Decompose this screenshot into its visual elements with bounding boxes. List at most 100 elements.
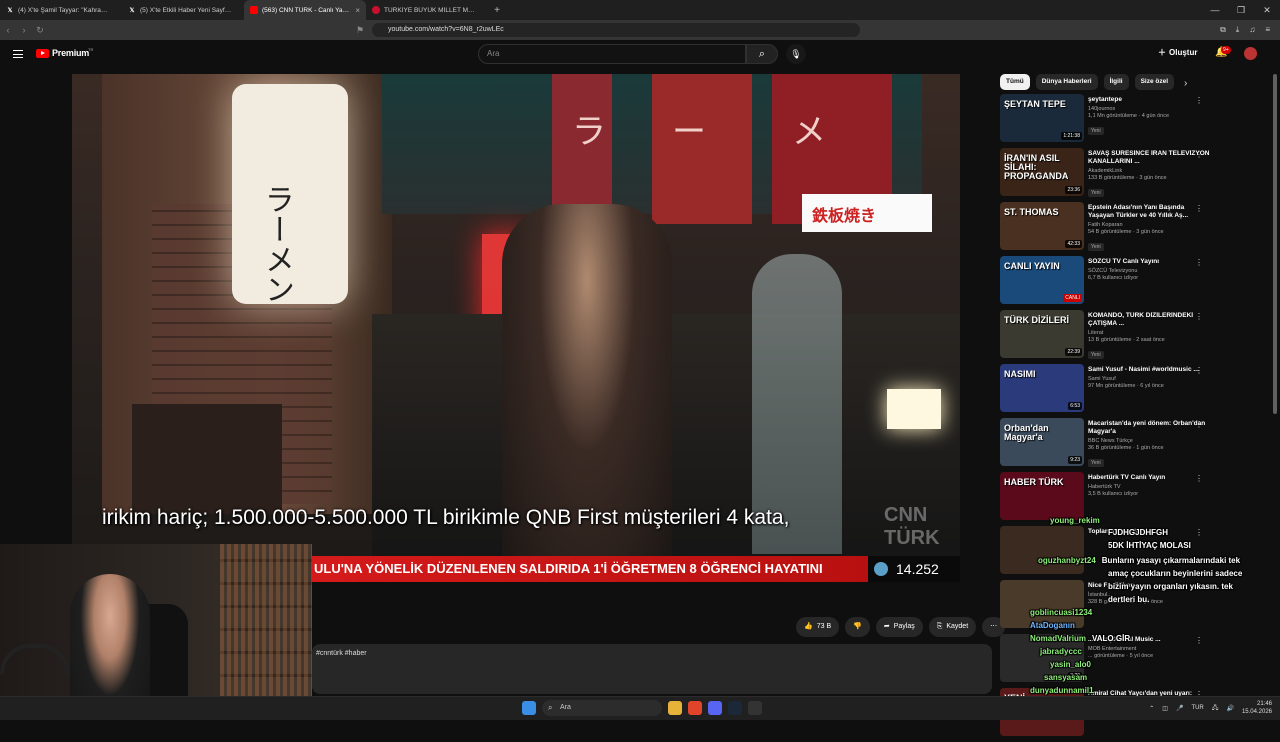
filter-chip[interactable]: İlgili (1103, 74, 1129, 90)
obs-icon[interactable] (748, 701, 762, 715)
chevron-right-icon[interactable]: › (1184, 78, 1187, 89)
save-button[interactable]: ⎘ Kaydet (928, 617, 977, 637)
chat-text: Bunların yasayı çıkarmalarındaki tek (1101, 556, 1241, 565)
x-icon: 𝕏 (129, 7, 135, 14)
minimize-icon[interactable]: — (1202, 0, 1228, 20)
video-thumbnail[interactable]: CANLI YAYIN CANLI (1000, 256, 1084, 304)
video-thumbnail[interactable]: İRAN'IN ASIL SİLAHI: PROPAGANDA 23:36 (1000, 148, 1084, 196)
related-video-item[interactable]: CANLI YAYIN CANLI SÖZCÜ TV Canlı Yayını SÖZ… (1000, 256, 1210, 310)
related-video-item[interactable]: HABER TÜRK Habertürk TV Canlı Yayın Habert… (1000, 472, 1210, 526)
related-video-item[interactable]: NASIMI 6:53 Sami Yusuf - Nasimi #worldmusi… (1000, 364, 1210, 418)
video-thumbnail[interactable]: NASIMI 6:53 (1000, 364, 1084, 412)
hamburger-menu-icon[interactable] (13, 50, 23, 58)
new-badge: Yeni (1088, 351, 1104, 359)
video-title[interactable]: SAVAŞ SÜRESİNCE İRAN TELEVİZYON KANALLAR… (1088, 150, 1210, 166)
clock[interactable]: 21:46 15.04.2026 (1242, 700, 1272, 716)
youtube-logo[interactable]: Premium TR (36, 47, 93, 58)
video-light (887, 389, 941, 429)
more-options-icon[interactable]: ⋮ (1195, 366, 1203, 375)
video-title[interactable]: Macaristan'da yeni dönem: Orban'dan Magy… (1088, 420, 1210, 436)
browser-tab[interactable]: 𝕏 (5) X'te Etkili Haber Yeni Sayfa: "Nev.… (122, 0, 244, 20)
more-options-icon[interactable]: ⋮ (1195, 636, 1203, 645)
browser-tab[interactable]: 𝕏 (4) X'te Şamil Tayyar: "Kahramanma... (0, 0, 122, 20)
page-scrollbar[interactable] (1273, 74, 1277, 414)
more-options-icon[interactable]: ⋮ (1195, 312, 1203, 321)
duration-badge: 42:33 (1065, 240, 1082, 248)
video-thumbnail[interactable] (1000, 526, 1084, 574)
more-options-icon[interactable]: ⋮ (1195, 96, 1203, 105)
share-button[interactable]: ➦ Paylaş (875, 617, 923, 637)
video-title[interactable]: SÖZCÜ TV Canlı Yayını (1088, 258, 1210, 266)
url-field[interactable]: youtube.com/watch?v=6N8_r2uwLEc (372, 23, 860, 37)
related-video-item[interactable]: ST. THOMAS 42:33 Epstein Adası'nın Yanı Ba… (1000, 202, 1210, 256)
video-thumbnail[interactable]: HABER TÜRK (1000, 472, 1084, 520)
dislike-button[interactable]: 👎 (845, 617, 870, 637)
extensions-icon[interactable]: ⧉ (1220, 25, 1226, 35)
like-button[interactable]: 👍 73 B (796, 617, 840, 637)
tray-mic-icon[interactable]: 🎤 (1176, 705, 1183, 712)
video-player[interactable]: ラーメン ラ ー メ 鉄板焼き irikim hariç; 1.500.000-… (72, 74, 960, 560)
video-thumbnail[interactable]: TÜRK DİZİLERİ 22:39 (1000, 310, 1084, 358)
related-video-item[interactable]: TÜRK DİZİLERİ 22:39 KOMANDO, TÜRK DİZİLERİ… (1000, 310, 1210, 364)
media-icon[interactable]: ♫ (1249, 25, 1255, 35)
taskbar-search[interactable]: Ara (542, 700, 662, 716)
video-meta: Epstein Adası'nın Yanı Başında Yaşayan T… (1088, 202, 1210, 256)
tab-close-icon[interactable]: × (355, 6, 360, 15)
video-stats: ... görüntüleme · 5 yıl önce (1088, 653, 1154, 659)
microphone-icon[interactable]: 🎙 (786, 44, 806, 64)
filter-chip[interactable]: Dünya Haberleri (1035, 74, 1098, 90)
reload-icon[interactable]: ↻ (32, 25, 48, 36)
more-options-icon[interactable]: ⋮ (1195, 474, 1203, 483)
back-icon[interactable]: ‹ (0, 25, 16, 35)
video-title[interactable]: Habertürk TV Canlı Yayın (1088, 474, 1210, 482)
more-options-icon[interactable]: ⋮ (1195, 258, 1203, 267)
search-input[interactable]: Ara (478, 44, 746, 64)
more-options-icon[interactable]: ⋮ (1195, 204, 1203, 213)
maximize-icon[interactable]: ❐ (1228, 0, 1254, 20)
search-icon[interactable]: ⌕ (746, 44, 778, 64)
bookmark-icon[interactable]: ⚑ (352, 25, 368, 36)
video-title[interactable]: Epstein Adası'nın Yanı Başında Yaşayan T… (1088, 204, 1210, 220)
forward-icon[interactable]: › (16, 25, 32, 35)
windows-start-icon[interactable] (522, 701, 536, 715)
create-button[interactable]: ＋ Oluştur (1158, 47, 1197, 58)
close-window-icon[interactable]: ✕ (1254, 0, 1280, 20)
related-video-item[interactable]: Orban'dan Magyar'a 9:23 Macaristan'da yeni… (1000, 418, 1210, 472)
account-avatar[interactable] (1244, 47, 1257, 60)
duration-badge: 1:21:38 (1061, 132, 1082, 140)
chat-message: 5DK İHTİYAÇ MOLASI (1108, 541, 1191, 550)
chat-message: amaç çocukların beyinlerini sadece (1108, 569, 1242, 578)
tray-language[interactable]: TUR (1191, 705, 1203, 711)
video-title[interactable]: KOMANDO, TÜRK DİZİLERİNDEKİ ÇATIŞMA ... (1088, 312, 1210, 328)
tray-chevron-icon[interactable]: ⌃ (1149, 705, 1154, 712)
volume-icon[interactable]: 🔊 (1226, 705, 1233, 712)
chat-username: jabradyccc (1040, 647, 1082, 656)
browser-tab[interactable]: (563) CNN TÜRK - Canlı Yayı... × (244, 0, 366, 20)
related-video-item[interactable]: İRAN'IN ASIL SİLAHI: PROPAGANDA 23:36 SAVA… (1000, 148, 1210, 202)
more-options-icon[interactable]: ⋮ (1195, 420, 1203, 429)
video-thumbnail[interactable]: Orban'dan Magyar'a 9:23 (1000, 418, 1084, 466)
tray-app-icon[interactable]: ◫ (1162, 705, 1168, 712)
video-title[interactable]: şeytantepe (1088, 96, 1210, 104)
steam-icon[interactable] (728, 701, 742, 715)
chat-username: goblincuasi1234 (1030, 608, 1093, 617)
downloads-icon[interactable]: ⤓ (1236, 25, 1240, 35)
network-icon[interactable]: 🖧 (1212, 703, 1219, 713)
brave-browser-icon[interactable] (688, 701, 702, 715)
video-title[interactable]: Sami Yusuf - Nasimi #worldmusic ... (1088, 366, 1210, 374)
browser-menu-icon[interactable]: ≡ (1265, 25, 1270, 35)
more-options-icon[interactable]: ⋮ (1195, 528, 1203, 537)
system-tray: ⌃ ◫ 🎤 TUR 🖧 🔊 21:46 15.04.2026 (1149, 700, 1272, 716)
filter-chip[interactable]: Size özel (1134, 74, 1175, 90)
video-thumbnail[interactable]: ŞEYTAN TEPE 1:21:38 (1000, 94, 1084, 142)
window-controls: — ❐ ✕ (1202, 0, 1280, 20)
video-description[interactable]: #cnntürk #haber (312, 644, 992, 694)
discord-icon[interactable] (708, 701, 722, 715)
file-explorer-icon[interactable] (668, 701, 682, 715)
more-options-icon[interactable]: ⋮ (1195, 150, 1203, 159)
browser-tab[interactable]: TÜRKİYE BÜYÜK MİLLET MECLİSİ (366, 0, 488, 20)
related-video-item[interactable]: ŞEYTAN TEPE 1:21:38 şeytantepe 140journos 1,… (1000, 94, 1210, 148)
video-thumbnail[interactable]: ST. THOMAS 42:33 (1000, 202, 1084, 250)
filter-chip[interactable]: Tümü (1000, 74, 1030, 90)
new-tab-icon[interactable]: + (488, 5, 506, 16)
